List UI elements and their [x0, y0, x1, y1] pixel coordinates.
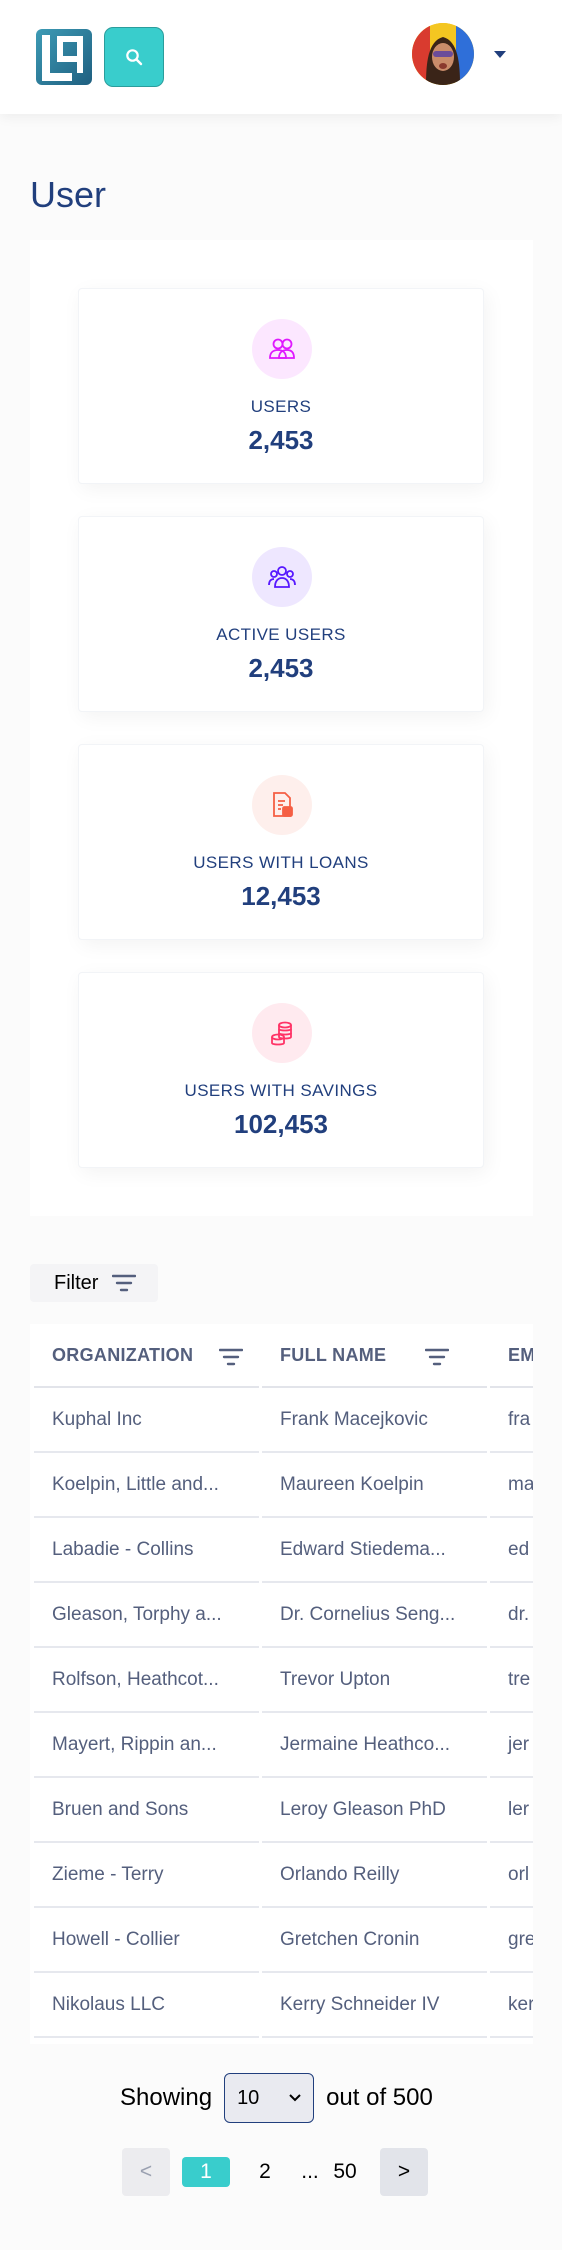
previous-page-button[interactable]: <	[122, 2148, 170, 2196]
table-cell[interactable]: Dr. Cornelius Seng...	[262, 1583, 487, 1648]
column-full-name: FULL NAME Frank Macejkovic Maureen Koelp…	[262, 1324, 487, 2038]
column-header-email[interactable]: EM	[490, 1324, 533, 1388]
page-size-value: 10	[237, 2086, 260, 2109]
column-organization: ORGANIZATION Kuphal Inc Koelpin, Little …	[34, 1324, 259, 2038]
table-cell[interactable]: orl	[490, 1843, 533, 1908]
column-header-organization[interactable]: ORGANIZATION	[34, 1324, 259, 1388]
table-cell[interactable]: Koelpin, Little and...	[34, 1453, 259, 1518]
table-cell[interactable]: ler	[490, 1778, 533, 1843]
out-of-label: out of 500	[326, 2084, 433, 2111]
pagination-summary: Showing 10 out of 500	[120, 2073, 433, 2123]
page-button-50[interactable]: 50	[328, 2148, 362, 2196]
table-cell[interactable]: jer	[490, 1713, 533, 1778]
page-title: User	[30, 174, 107, 215]
stat-label: USERS WITH LOANS	[193, 853, 369, 872]
table-cell[interactable]: Jermaine Heathco...	[262, 1713, 487, 1778]
avatar[interactable]	[412, 23, 474, 85]
filter-icon	[112, 1274, 137, 1292]
stat-card-users-with-loans: USERS WITH LOANS 12,453	[78, 744, 484, 940]
top-navbar	[0, 0, 562, 114]
filter-button[interactable]: Filter	[30, 1264, 158, 1302]
page-size-select[interactable]: 10	[224, 2073, 315, 2123]
table-cell[interactable]: Kerry Schneider IV	[262, 1973, 487, 2038]
column-header-label: ORGANIZATION	[52, 1344, 194, 1365]
table-cell[interactable]: Leroy Gleason PhD	[262, 1778, 487, 1843]
table-cell[interactable]: tre	[490, 1648, 533, 1713]
filter-label: Filter	[54, 1271, 99, 1294]
stat-value: 12,453	[241, 881, 321, 911]
caret-down-icon[interactable]	[493, 50, 507, 60]
stats-panel: USERS 2,453 ACTIVE USERS 2,453 USERS WIT…	[30, 240, 533, 1216]
table-cell[interactable]: ed	[490, 1518, 533, 1583]
table-cell[interactable]: Maureen Koelpin	[262, 1453, 487, 1518]
table-cell[interactable]: Kuphal Inc	[34, 1388, 259, 1453]
table-cell[interactable]: Gretchen Cronin	[262, 1908, 487, 1973]
stat-card-active-users: ACTIVE USERS 2,453	[78, 516, 484, 712]
table-cell[interactable]: Edward Stiedema...	[262, 1518, 487, 1583]
table-cell[interactable]: Frank Macejkovic	[262, 1388, 487, 1453]
coins-icon	[252, 1003, 312, 1063]
table-cell[interactable]: Mayert, Rippin an...	[34, 1713, 259, 1778]
table-cell[interactable]: Zieme - Terry	[34, 1843, 259, 1908]
table-cell[interactable]: ma	[490, 1453, 533, 1518]
users-icon	[252, 319, 312, 379]
table-cell[interactable]: Rolfson, Heathcot...	[34, 1648, 259, 1713]
table-cell[interactable]: Gleason, Torphy a...	[34, 1583, 259, 1648]
table-cell[interactable]: gre	[490, 1908, 533, 1973]
next-page-button[interactable]: >	[380, 2148, 428, 2196]
stat-value: 2,453	[248, 653, 314, 683]
table-cell[interactable]: Trevor Upton	[262, 1648, 487, 1713]
stat-card-users-with-savings: USERS WITH SAVINGS 102,453	[78, 972, 484, 1168]
active-users-icon	[252, 547, 312, 607]
table-cell[interactable]: Orlando Reilly	[262, 1843, 487, 1908]
search-button[interactable]	[104, 27, 164, 87]
column-header-label: EM	[508, 1344, 533, 1365]
column-header-label: FULL NAME	[280, 1344, 387, 1365]
table-cell[interactable]: Bruen and Sons	[34, 1778, 259, 1843]
column-header-full-name[interactable]: FULL NAME	[262, 1324, 487, 1388]
table-cell[interactable]: Howell - Collier	[34, 1908, 259, 1973]
column-email: EM fra ma ed dr. tre jer ler orl gre ker	[490, 1324, 533, 2038]
stat-label: USERS	[250, 397, 312, 416]
table-cell[interactable]: ker	[490, 1973, 533, 2038]
lendsqr-logo-icon[interactable]	[34, 27, 94, 87]
filter-icon[interactable]	[425, 1348, 449, 1366]
stat-label: USERS WITH SAVINGS	[184, 1081, 378, 1100]
table-cell[interactable]: fra	[490, 1388, 533, 1453]
stat-value: 2,453	[248, 425, 314, 455]
page-button-1[interactable]: 1	[182, 2157, 230, 2187]
pagination-ellipsis: ...	[301, 2160, 319, 2183]
stat-value: 102,453	[234, 1109, 328, 1139]
chevron-down-icon	[289, 2094, 301, 2102]
search-icon	[126, 49, 143, 66]
showing-label: Showing	[120, 2084, 213, 2111]
page-button-2[interactable]: 2	[250, 2148, 280, 2196]
loan-document-icon	[252, 775, 312, 835]
stat-label: ACTIVE USERS	[216, 625, 346, 644]
table-cell[interactable]: dr.	[490, 1583, 533, 1648]
stat-card-users: USERS 2,453	[78, 288, 484, 484]
table-cell[interactable]: Labadie - Collins	[34, 1518, 259, 1583]
users-table: ORGANIZATION Kuphal Inc Koelpin, Little …	[30, 1324, 533, 2044]
filter-icon[interactable]	[219, 1348, 243, 1366]
table-cell[interactable]: Nikolaus LLC	[34, 1973, 259, 2038]
